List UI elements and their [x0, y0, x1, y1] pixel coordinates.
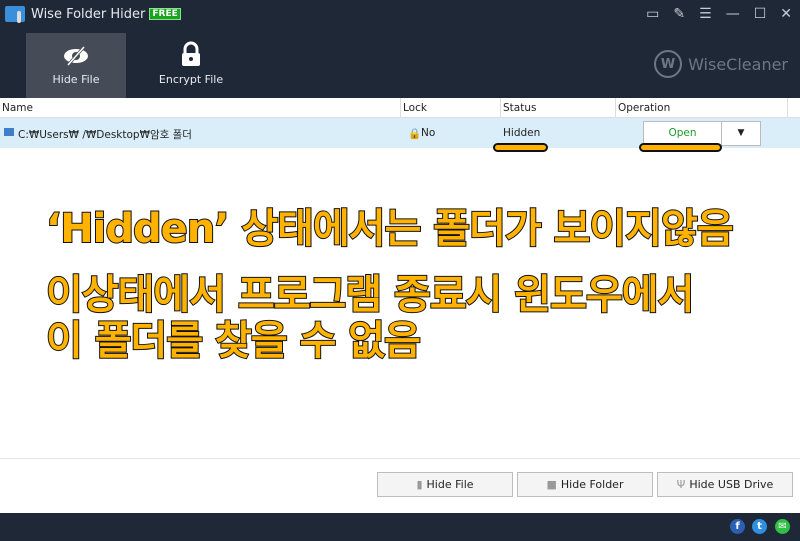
app-title: Wise Folder Hider: [31, 6, 146, 22]
hide-file-button[interactable]: ▮ Hide File: [377, 472, 513, 497]
row-status: Hidden: [503, 127, 541, 139]
row-lock: No: [421, 127, 436, 139]
column-name[interactable]: Name: [0, 98, 401, 118]
twitter-icon[interactable]: t: [752, 519, 767, 534]
highlight-mark: [493, 143, 548, 152]
annotation-line: ‘Hidden’ 상태에서는 폴더가 보이지않음: [45, 205, 735, 253]
wisecleaner-logo: W WiseCleaner: [654, 50, 788, 78]
button-label: Hide File: [426, 478, 474, 491]
dropdown-arrow-button[interactable]: ▼: [722, 122, 760, 145]
folder-icon: ■: [546, 478, 557, 491]
close-icon[interactable]: ✕: [780, 6, 792, 22]
annotation-line: 이 폴더를 찾을 수 없음: [45, 317, 422, 365]
wisecleaner-icon: W: [654, 50, 683, 78]
tab-encrypt-file[interactable]: Encrypt File: [141, 33, 241, 98]
button-label: Hide Folder: [560, 478, 624, 491]
free-badge: FREE: [149, 8, 181, 20]
open-button[interactable]: Open: [644, 122, 722, 145]
hide-usb-button[interactable]: Ψ Hide USB Drive: [657, 472, 793, 497]
maximize-icon[interactable]: ☐: [754, 6, 767, 22]
feedback-icon[interactable]: ▭: [646, 6, 659, 22]
divider: [0, 458, 800, 459]
app-logo-icon: [5, 6, 25, 23]
usb-icon: Ψ: [676, 478, 686, 491]
lock-icon: 🔒: [408, 128, 422, 140]
highlight-mark: [639, 143, 722, 152]
email-icon[interactable]: ✉: [775, 519, 790, 534]
lock-icon: [141, 33, 241, 67]
brand-name: WiseCleaner: [688, 54, 788, 74]
column-operation[interactable]: Operation: [616, 98, 788, 118]
window-controls: ▭ ✎ ☰ — ☐ ✕: [646, 6, 792, 22]
minimize-icon[interactable]: —: [726, 6, 740, 22]
app-title-bar: Wise Folder Hider FREE: [5, 6, 181, 23]
tab-label: Encrypt File: [158, 73, 224, 86]
tab-hide-file[interactable]: Hide File: [26, 33, 126, 98]
facebook-icon[interactable]: f: [730, 519, 745, 534]
column-lock[interactable]: Lock: [401, 98, 501, 118]
column-status[interactable]: Status: [501, 98, 616, 118]
folder-icon: [4, 128, 14, 136]
file-icon: ▮: [416, 478, 423, 491]
header: Wise Folder Hider FREE Hide File Encrypt…: [0, 0, 800, 98]
tab-label: Hide File: [52, 73, 100, 86]
hide-folder-button[interactable]: ■ Hide Folder: [517, 472, 653, 497]
button-label: Hide USB Drive: [689, 478, 774, 491]
row-name: C:₩Users₩ /₩Desktop₩암호 폴더: [18, 129, 192, 141]
edit-icon[interactable]: ✎: [673, 6, 685, 22]
footer: f t ✉: [0, 513, 800, 541]
eye-slash-icon: [26, 33, 126, 67]
menu-icon[interactable]: ☰: [699, 6, 712, 22]
table-header: Name Lock Status Operation: [0, 98, 800, 118]
